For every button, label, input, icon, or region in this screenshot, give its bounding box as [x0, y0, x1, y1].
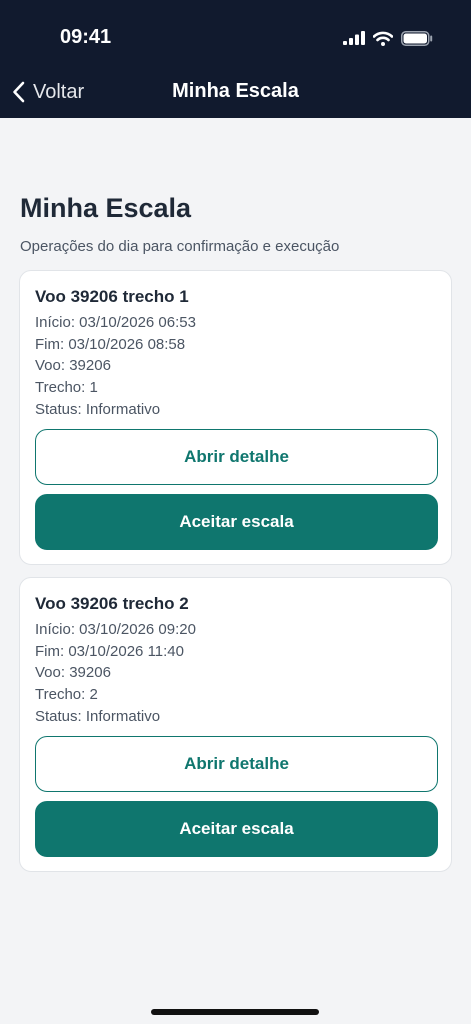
card-status: Status: Informativo	[35, 400, 161, 418]
card-details: Início: 03/10/2026 06:53 Fim: 03/10/2026…	[35, 312, 196, 420]
page-title: Minha Escala	[20, 193, 192, 223]
card-start-time: Início: 03/10/2026 09:20	[35, 621, 196, 638]
chevron-left-icon	[13, 81, 25, 103]
accept-schedule-button[interactable]: Aceitar escala	[35, 494, 438, 550]
card-flight: Voo: 39206	[35, 357, 111, 375]
home-indicator	[151, 1009, 319, 1015]
back-label: Voltar	[33, 80, 85, 103]
card-leg: Trecho: 2	[35, 686, 98, 704]
open-detail-button[interactable]: Abrir detalhe	[35, 429, 438, 485]
page-subtitle: Operações do dia para confirmação e exec…	[20, 238, 340, 255]
status-time: 09:41	[60, 26, 112, 48]
signal-icon	[343, 31, 365, 45]
battery-icon	[401, 30, 433, 46]
status-icons	[343, 28, 433, 48]
card-end-time: Fim: 03/10/2026 08:58	[35, 335, 186, 353]
schedule-card-1: Voo 39206 trecho 1 Início: 03/10/2026 06…	[19, 270, 452, 565]
open-detail-button[interactable]: Abrir detalhe	[35, 736, 438, 792]
accept-schedule-button[interactable]: Aceitar escala	[35, 801, 438, 857]
card-flight: Voo: 39206	[35, 664, 111, 682]
card-title: Voo 39206 trecho 2	[35, 594, 189, 613]
wifi-icon	[373, 31, 393, 46]
card-details: Início: 03/10/2026 09:20 Fim: 03/10/2026…	[35, 619, 196, 727]
card-end-time: Fim: 03/10/2026 11:40	[35, 642, 184, 660]
card-status: Status: Informativo	[35, 707, 161, 725]
top-bar: 09:41 Voltar Minha Escala	[0, 0, 471, 118]
schedule-card-2: Voo 39206 trecho 2 Início: 03/10/2026 09…	[19, 577, 452, 872]
card-start-time: Início: 03/10/2026 06:53	[35, 314, 196, 331]
back-button[interactable]: Voltar	[12, 78, 84, 106]
card-title: Voo 39206 trecho 1	[35, 287, 189, 306]
card-leg: Trecho: 1	[35, 379, 98, 397]
